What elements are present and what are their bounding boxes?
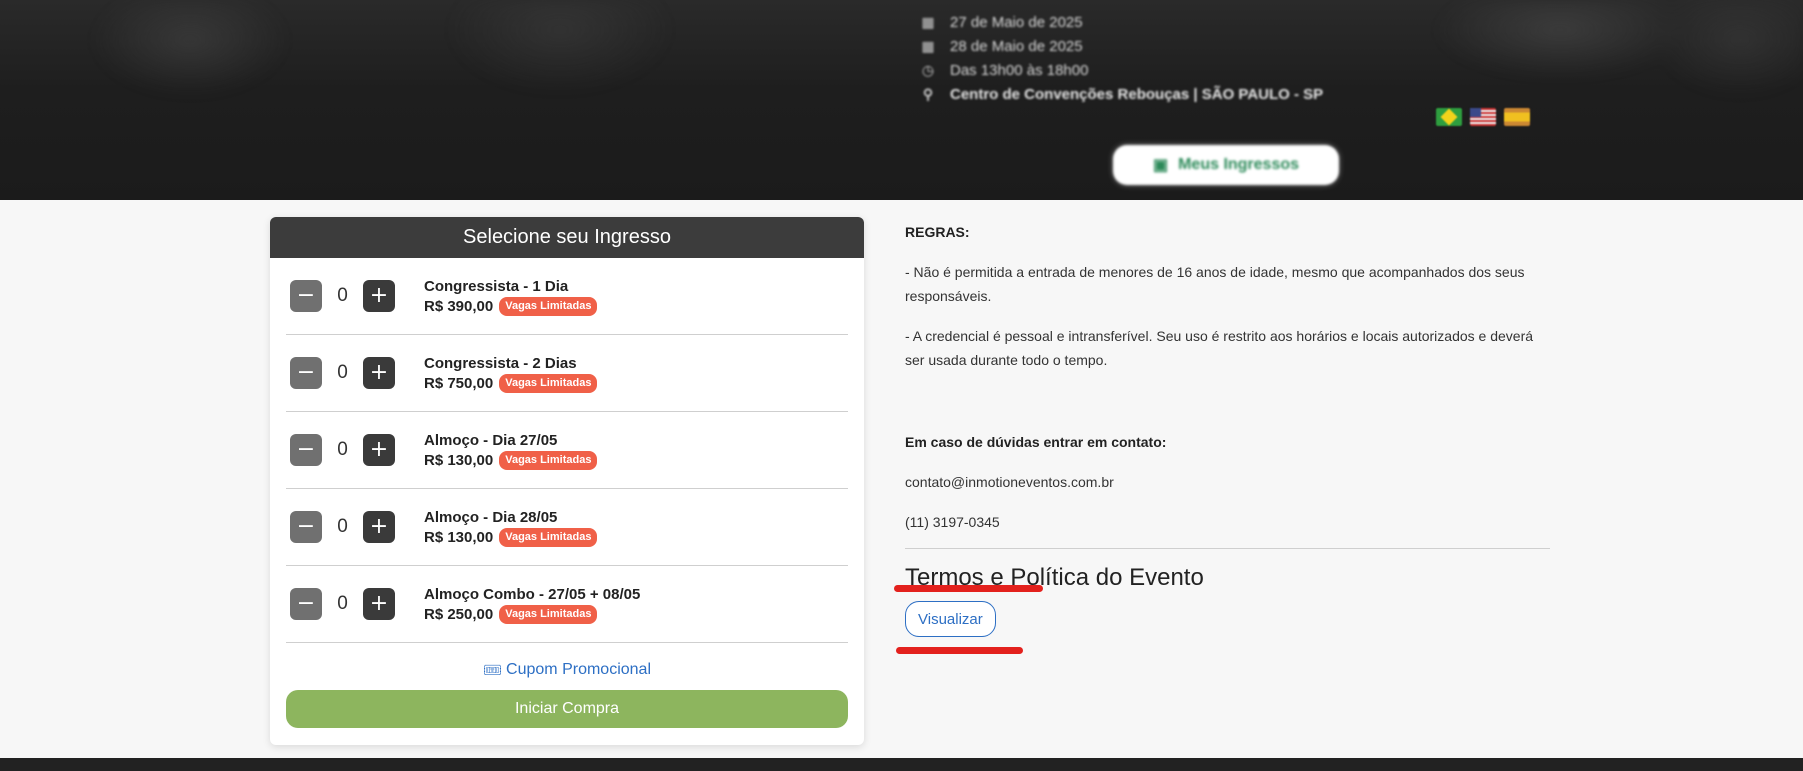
location-pin-icon: ⚲ [922,85,934,102]
rule-item: - A credencial é pessoal e intransferíve… [905,328,1534,368]
quantity-value: 0 [337,516,348,537]
annotation-underline [896,647,1023,654]
quantity-value: 0 [337,362,348,383]
ticket-price: R$ 130,00 [424,451,494,469]
ticket-icon: ▣ [1152,157,1169,174]
increase-quantity-button[interactable]: + [363,434,395,466]
rules-panel: REGRAS: - Não é permitida a entrada de m… [905,220,1550,637]
footer-bar [0,758,1803,771]
coupon-icon: 🎟︎ [483,662,503,679]
ticket-name: Almoço - Dia 27/05 [424,431,558,449]
ticket-row: − 0 + Almoço - Dia 28/05 R$ 130,00 Vagas… [286,489,848,566]
limited-spots-badge: Vagas Limitadas [499,373,598,393]
limited-spots-badge: Vagas Limitadas [499,296,598,316]
ticket-name: Almoço Combo - 27/05 + 08/05 [424,585,641,603]
event-info: ▦ 27 de Maio de 2025 ▦ 28 de Maio de 202… [918,10,1323,106]
ticket-card-header: Selecione seu Ingresso [270,217,864,258]
event-banner: ▦ 27 de Maio de 2025 ▦ 28 de Maio de 202… [0,0,1803,200]
ticket-price: R$ 250,00 [424,605,494,623]
contact-title: Em caso de dúvidas entrar em contato: [905,434,1167,450]
event-date-1: ▦ 27 de Maio de 2025 [918,10,1323,34]
decrease-quantity-button[interactable]: − [290,511,322,543]
event-date-2-text: 28 de Maio de 2025 [950,37,1083,55]
ticket-price: R$ 750,00 [424,374,494,392]
event-date-1-text: 27 de Maio de 2025 [950,13,1083,31]
decrease-quantity-button[interactable]: − [290,280,322,312]
quantity-value: 0 [337,593,348,614]
calendar-icon: ▦ [921,13,935,30]
contact-email: contato@inmotioneventos.com.br [905,474,1114,490]
event-location: ⚲ Centro de Convenções Rebouças | SÃO PA… [918,82,1323,106]
quantity-value: 0 [337,285,348,306]
event-time: ◷ Das 13h00 às 18h00 [918,58,1323,82]
clock-icon: ◷ [921,61,935,78]
ticket-info: Almoço - Dia 28/05 R$ 130,00 Vagas Limit… [424,508,598,547]
usa-flag-icon[interactable] [1470,108,1496,126]
ticket-selection-card: Selecione seu Ingresso − 0 + Congressist… [270,217,864,745]
promo-coupon-label: Cupom Promocional [506,661,651,678]
increase-quantity-button[interactable]: + [363,588,395,620]
ticket-list: − 0 + Congressista - 1 Dia R$ 390,00 Vag… [270,258,864,643]
annotation-underline [894,585,1043,592]
my-tickets-button[interactable]: ▣ Meus Ingressos [1113,145,1339,185]
limited-spots-badge: Vagas Limitadas [499,527,598,547]
event-time-text: Das 13h00 às 18h00 [950,61,1089,79]
limited-spots-badge: Vagas Limitadas [499,450,598,470]
brazil-flag-icon[interactable] [1436,108,1462,126]
contact-phone: (11) 3197-0345 [905,514,1000,530]
ticket-info: Congressista - 2 Dias R$ 750,00 Vagas Li… [424,354,598,393]
start-purchase-button[interactable]: Iniciar Compra [286,690,848,728]
rules-title: REGRAS: [905,224,970,240]
ticket-row: − 0 + Congressista - 1 Dia R$ 390,00 Vag… [286,258,848,335]
calendar-icon: ▦ [921,37,935,54]
ticket-name: Almoço - Dia 28/05 [424,508,558,526]
divider [905,548,1550,549]
quantity-value: 0 [337,439,348,460]
decrease-quantity-button[interactable]: − [290,588,322,620]
language-switcher [1436,108,1530,126]
ticket-info: Congressista - 1 Dia R$ 390,00 Vagas Lim… [424,277,598,316]
event-location-text: Centro de Convenções Rebouças | SÃO PAUL… [950,85,1324,103]
ticket-row: − 0 + Almoço - Dia 27/05 R$ 130,00 Vagas… [286,412,848,489]
spain-flag-icon[interactable] [1504,108,1530,126]
limited-spots-badge: Vagas Limitadas [499,604,598,624]
event-date-2: ▦ 28 de Maio de 2025 [918,34,1323,58]
view-terms-button[interactable]: Visualizar [905,601,996,637]
my-tickets-label: Meus Ingressos [1178,156,1300,173]
ticket-info: Almoço - Dia 27/05 R$ 130,00 Vagas Limit… [424,431,598,470]
increase-quantity-button[interactable]: + [363,280,395,312]
ticket-price: R$ 130,00 [424,528,494,546]
ticket-row: − 0 + Almoço Combo - 27/05 + 08/05 R$ 25… [286,566,848,643]
decrease-quantity-button[interactable]: − [290,434,322,466]
promo-coupon-link[interactable]: 🎟︎ Cupom Promocional [270,660,864,680]
ticket-price: R$ 390,00 [424,297,494,315]
ticket-name: Congressista - 1 Dia [424,277,569,295]
rule-item: - Não é permitida a entrada de menores d… [905,264,1525,304]
ticket-row: − 0 + Congressista - 2 Dias R$ 750,00 Va… [286,335,848,412]
ticket-name: Congressista - 2 Dias [424,354,577,372]
increase-quantity-button[interactable]: + [363,511,395,543]
ticket-info: Almoço Combo - 27/05 + 08/05 R$ 250,00 V… [424,585,640,624]
decrease-quantity-button[interactable]: − [290,357,322,389]
increase-quantity-button[interactable]: + [363,357,395,389]
